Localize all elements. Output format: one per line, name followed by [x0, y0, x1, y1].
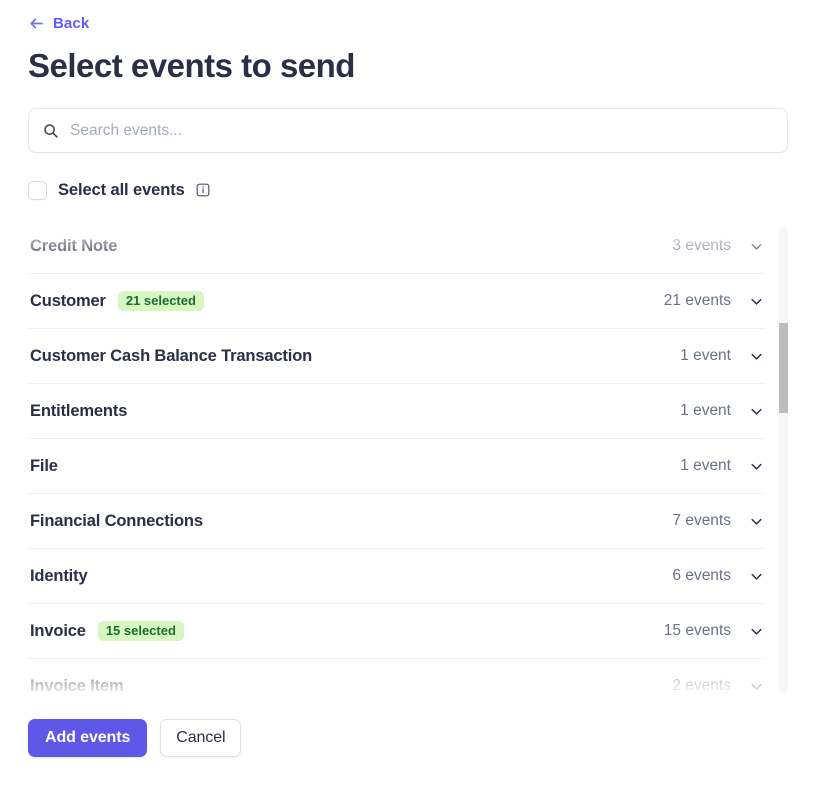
back-link[interactable]: Back [28, 0, 89, 34]
event-row-left: Entitlements [30, 402, 127, 421]
event-count-label: 1 event [680, 347, 731, 364]
event-count-label: 21 events [663, 292, 731, 309]
event-row-left: Customer 21 selected [30, 291, 204, 311]
event-row-name: Identity [30, 566, 88, 585]
footer-actions: Add events Cancel [28, 719, 788, 757]
event-list-row[interactable]: File 1 event [28, 439, 766, 494]
event-row-left: Financial Connections [30, 512, 203, 531]
chevron-down-icon[interactable] [749, 239, 764, 254]
chevron-down-icon[interactable] [749, 679, 764, 694]
event-row-left: Identity [30, 566, 88, 586]
chevron-down-icon[interactable] [749, 294, 764, 309]
event-list-row[interactable]: Invoice 15 selected 15 events [28, 604, 766, 659]
chevron-down-icon[interactable] [749, 404, 764, 419]
chevron-down-icon[interactable] [749, 569, 764, 584]
select-all-checkbox[interactable] [28, 180, 47, 200]
event-row-name: Credit Note [30, 236, 118, 255]
back-label: Back [53, 14, 90, 32]
event-list-scrollbar-thumb[interactable] [779, 323, 788, 413]
event-list-region: Credit Note 3 events Customer 21 selected 21… [28, 219, 788, 701]
event-list-row[interactable]: Customer Cash Balance Transaction 1 event [28, 329, 766, 384]
event-count-label: 15 events [663, 622, 731, 639]
event-row-name: Financial Connections [30, 511, 203, 530]
event-row-name: Invoice Item [30, 676, 124, 695]
arrow-left-icon [28, 15, 45, 32]
event-list[interactable]: Credit Note 3 events Customer 21 selected 21… [28, 219, 788, 701]
event-count-label: 7 events [672, 512, 731, 529]
event-row-right: 1 event [680, 402, 764, 420]
search-icon [43, 123, 59, 139]
event-count-label: 1 event [680, 457, 731, 474]
select-events-page: Back Select events to send Select all ev… [0, 0, 816, 798]
event-row-left: Invoice 15 selected [30, 621, 184, 641]
event-count-label: 2 events [672, 677, 731, 694]
cancel-button[interactable]: Cancel [160, 719, 242, 757]
selected-count-badge: 21 selected [117, 291, 204, 311]
page-title: Select events to send [28, 47, 355, 84]
chevron-down-icon[interactable] [749, 349, 764, 364]
search-input[interactable] [70, 121, 773, 140]
event-row-name: Customer Cash Balance Transaction [30, 346, 313, 365]
select-all-label: Select all events [58, 180, 185, 199]
event-row-right: 3 events [672, 237, 764, 255]
event-row-name: Entitlements [30, 401, 128, 420]
event-list-row[interactable]: Identity 6 events [28, 549, 766, 604]
event-list-row[interactable]: Credit Note 3 events [28, 219, 766, 274]
chevron-down-icon[interactable] [749, 624, 764, 639]
chevron-down-icon[interactable] [749, 514, 764, 529]
event-row-right: 7 events [672, 512, 764, 530]
event-row-name: Customer [30, 291, 106, 310]
event-row-right: 2 events [672, 677, 764, 695]
chevron-down-icon[interactable] [749, 459, 764, 474]
event-row-left: Customer Cash Balance Transaction [30, 347, 312, 366]
event-list-row[interactable]: Entitlements 1 event [28, 384, 766, 439]
event-row-left: Credit Note [30, 237, 117, 256]
event-list-row[interactable]: Customer 21 selected 21 events [28, 274, 766, 329]
event-row-name: File [30, 456, 58, 475]
event-row-left: Invoice Item [30, 677, 124, 696]
event-row-right: 1 event [680, 457, 764, 475]
select-all-row[interactable]: Select all events [28, 175, 210, 205]
event-list-row[interactable]: Financial Connections 7 events [28, 494, 766, 549]
event-row-right: 1 event [680, 347, 764, 365]
event-row-name: Invoice [30, 621, 86, 640]
event-count-label: 3 events [672, 237, 731, 254]
selected-count-badge: 15 selected [97, 621, 184, 641]
add-events-button[interactable]: Add events [28, 719, 148, 757]
event-count-label: 1 event [680, 402, 731, 419]
info-icon[interactable] [196, 183, 210, 197]
event-row-right: 15 events [664, 622, 764, 640]
event-row-right: 21 events [664, 292, 764, 310]
event-row-left: File [30, 457, 58, 476]
search-box[interactable] [28, 108, 788, 153]
event-list-scrollbar-track[interactable] [779, 227, 788, 693]
event-list-row[interactable]: Invoice Item 2 events [28, 659, 766, 701]
event-count-label: 6 events [672, 567, 731, 584]
event-row-right: 6 events [672, 567, 764, 585]
